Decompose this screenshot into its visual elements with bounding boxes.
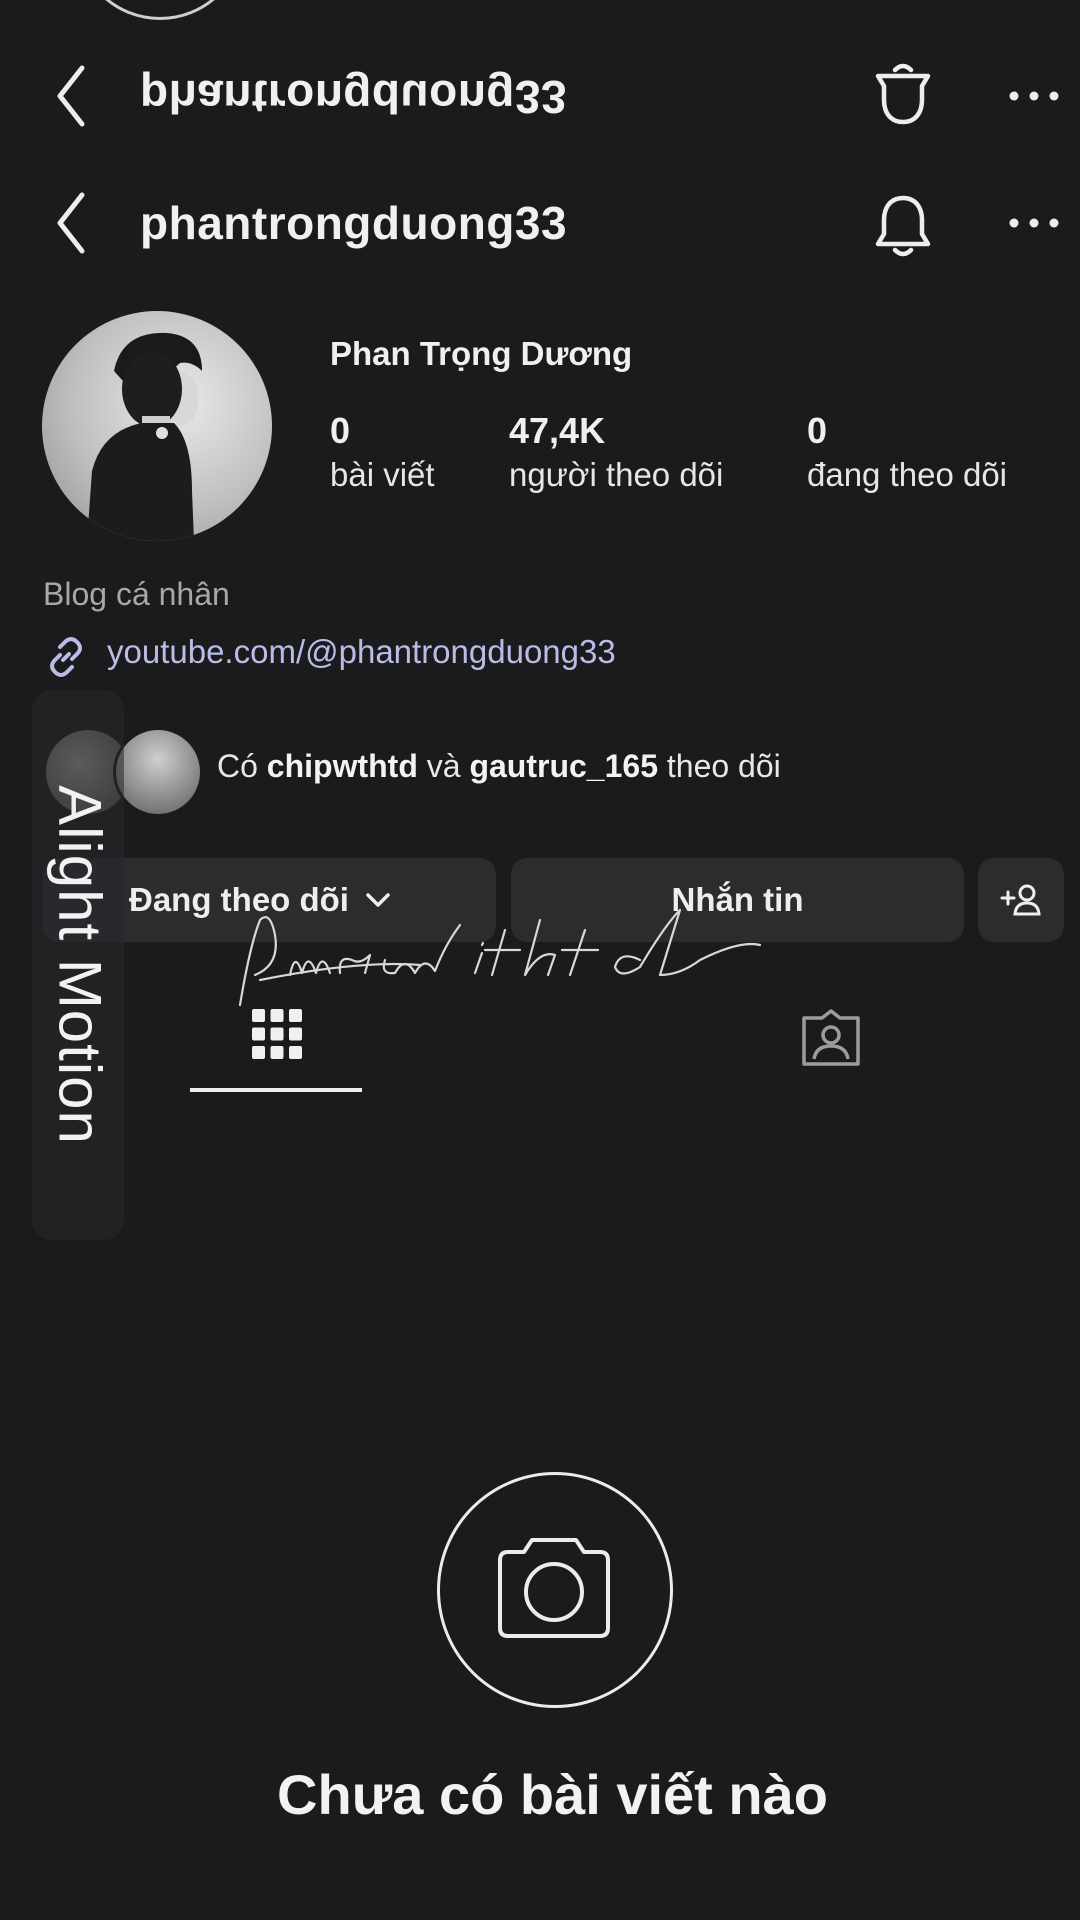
header: phantrongduong33 — [0, 168, 1080, 278]
alight-motion-watermark: Alight Motion — [46, 785, 114, 1145]
profile-category: Blog cá nhân — [43, 576, 230, 612]
profile-full-name: Phan Trọng Dương — [330, 335, 633, 372]
mutual-followers-text[interactable]: Có chipwthtd và gautruc_165 theo dõi — [217, 748, 781, 785]
followers-count[interactable]: 47,4K — [509, 410, 605, 452]
mutual-user-1[interactable]: chipwthtd — [267, 748, 418, 784]
mutual-avatar-2 — [113, 727, 203, 817]
following-count[interactable]: 0 — [807, 410, 827, 452]
grid-tab-icon[interactable] — [250, 1007, 304, 1061]
add-person-icon — [1000, 884, 1041, 916]
link-icon — [50, 637, 82, 677]
camera-icon — [498, 1538, 610, 1638]
followers-label[interactable]: người theo dõi — [509, 456, 723, 494]
header-username-mirrored: phantrongduong33 — [140, 71, 568, 123]
active-tab-indicator — [190, 1088, 362, 1092]
header-username: phantrongduong33 — [140, 197, 568, 249]
mutual-user-2[interactable]: gautruc_165 — [469, 748, 658, 784]
bell-icon[interactable] — [872, 60, 934, 130]
following-label[interactable]: đang theo dõi — [807, 456, 1007, 494]
header-mirrored: phantrongduong33 — [0, 40, 1080, 150]
notification-bell-icon[interactable] — [872, 190, 934, 260]
person-silhouette-icon — [87, 332, 202, 541]
more-horizontal-icon[interactable] — [1004, 86, 1064, 106]
profile-avatar[interactable] — [42, 311, 272, 541]
chevron-left-icon[interactable] — [52, 56, 102, 136]
more-options-icon[interactable] — [1004, 213, 1064, 233]
empty-state-title: Chưa có bài viết nào — [277, 1763, 828, 1826]
posts-label[interactable]: bài viết — [330, 456, 435, 494]
profile-link-text[interactable]: youtube.com/@phantrongduong33 — [107, 633, 616, 671]
back-chevron-icon[interactable] — [52, 183, 102, 263]
tagged-tab-icon[interactable] — [800, 1008, 862, 1068]
posts-count[interactable]: 0 — [330, 410, 350, 452]
signature-watermark — [238, 908, 762, 1007]
top-avatar-fragment — [75, 0, 245, 20]
suggest-people-button[interactable] — [978, 858, 1064, 942]
